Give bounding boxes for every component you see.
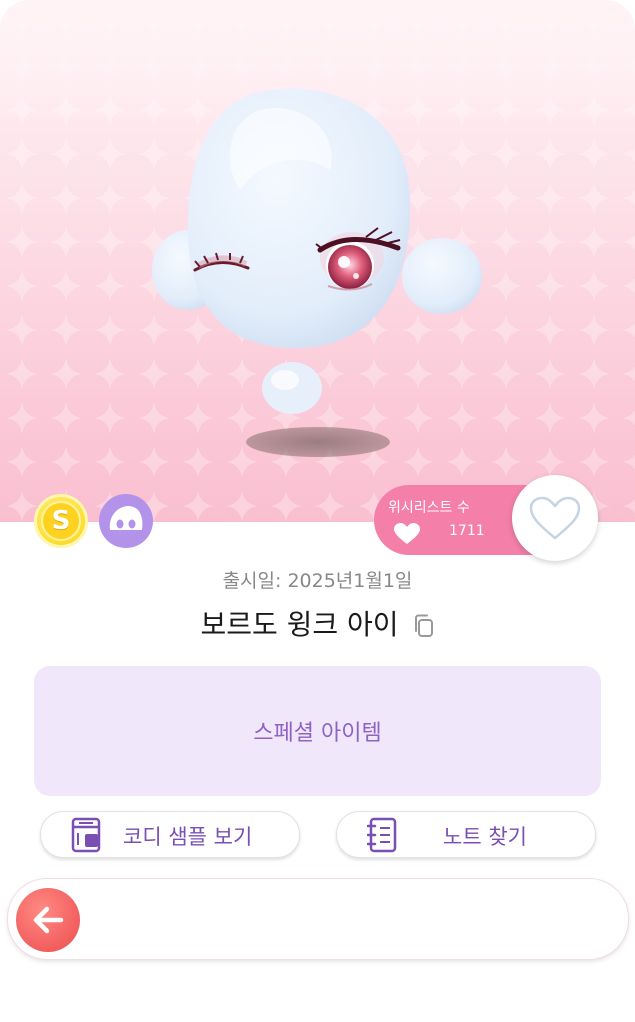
notebook-icon	[367, 817, 397, 853]
back-button[interactable]	[16, 888, 80, 952]
find-note-label: 노트 찾기	[443, 825, 527, 849]
wishlist-count: 1711	[449, 523, 485, 539]
item-name: 보르도 윙크 아이	[200, 608, 399, 641]
item-name-row: 보르도 윙크 아이	[0, 603, 635, 643]
currency-symbol: S	[41, 501, 81, 541]
find-note-button[interactable]: 노트 찾기	[336, 811, 596, 858]
wishlist-label: 위시리스트 수	[388, 500, 470, 516]
heart-icon	[394, 523, 420, 544]
coin-icon: S	[34, 494, 88, 548]
special-item-banner: 스페셜 아이템	[34, 666, 601, 796]
wink-eye-mannequin-image	[152, 88, 482, 457]
codi-sample-button[interactable]: 코디 샘플 보기	[40, 811, 300, 858]
release-date: 출시일: 2025년1월1일	[222, 570, 413, 592]
copy-icon[interactable]	[413, 613, 435, 639]
arrow-left-icon	[33, 906, 64, 934]
item-detail-screen: S 위시리스트 수 1711 출시일: 2025년1월1일 보르도 윙크 아이 …	[0, 0, 635, 1022]
heart-outline-icon	[529, 496, 581, 540]
add-to-wishlist-button[interactable]	[512, 475, 598, 561]
face-icon	[99, 494, 153, 548]
face-icon-glyph	[109, 506, 143, 530]
item-preview-area	[0, 0, 635, 522]
special-item-label: 스페셜 아이템	[253, 721, 382, 746]
closet-icon	[71, 817, 101, 853]
bottom-nav-bar	[7, 878, 629, 960]
codi-sample-label: 코디 샘플 보기	[123, 825, 253, 849]
